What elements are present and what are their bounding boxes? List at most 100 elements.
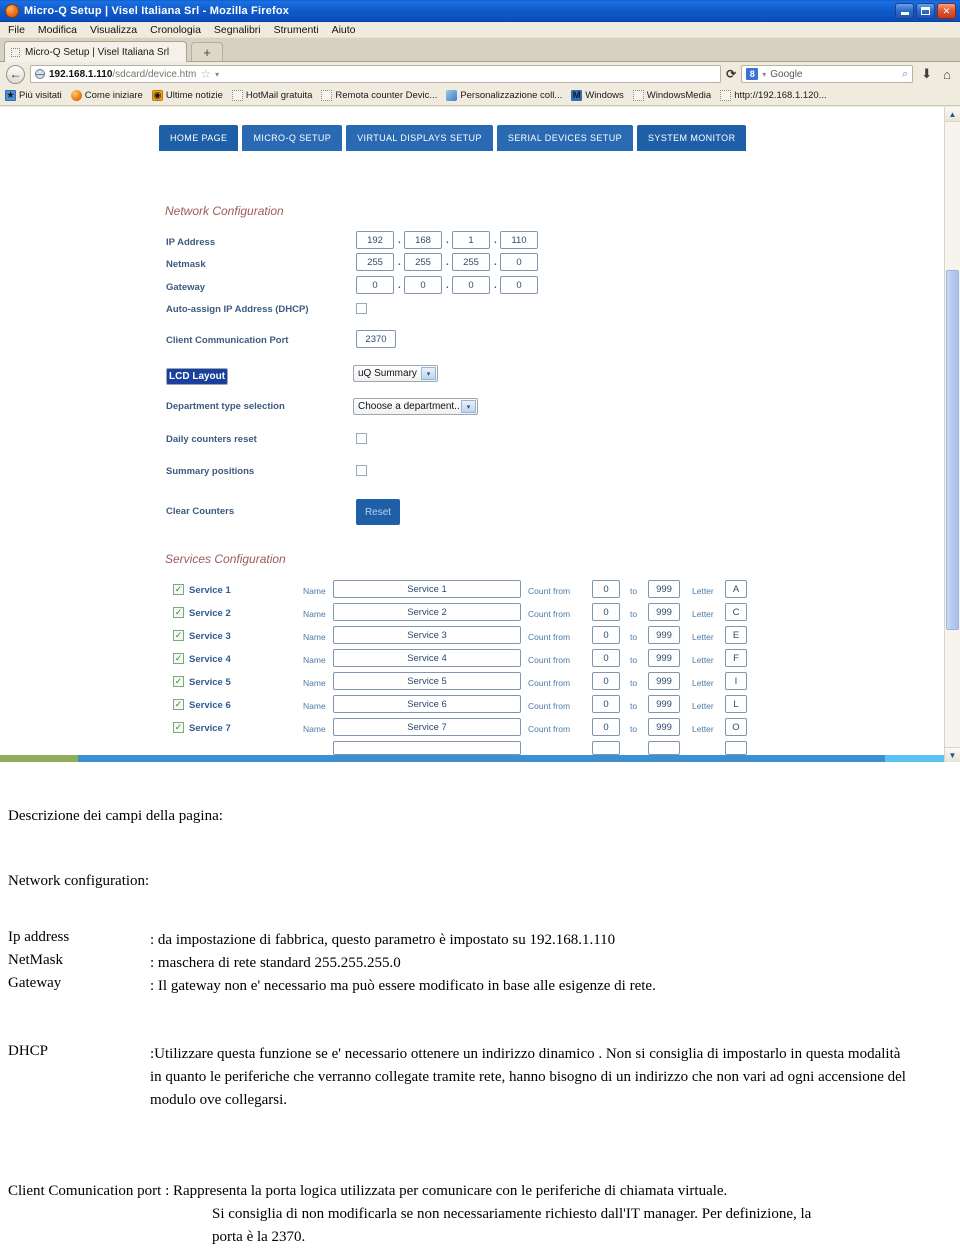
minimize-button[interactable] [895, 3, 914, 19]
address-bar[interactable]: 192.168.1.110/sdcard/device.htm ☆ ▾ [30, 65, 722, 83]
bookmark-piu-visitati[interactable]: ★ Più visitati [5, 90, 62, 101]
service-name-input[interactable]: Service 7 [333, 718, 521, 736]
ip-octet-3[interactable]: 1 [452, 231, 490, 249]
service-enabled-checkbox[interactable]: ✓ [173, 676, 184, 687]
downloads-icon[interactable]: ⬇ [918, 66, 935, 82]
bookmark-remota-counter[interactable]: Remota counter Devic... [321, 90, 437, 101]
ip-octet-2[interactable]: 168 [404, 231, 442, 249]
vertical-scrollbar-thumb[interactable] [946, 270, 959, 630]
service-count-to-input[interactable]: 999 [648, 580, 680, 598]
netmask-octet-3[interactable]: 255 [452, 253, 490, 271]
service-name-input[interactable]: Service 2 [333, 603, 521, 621]
horizontal-scrollbar-thumb[interactable] [0, 755, 78, 762]
gateway-octet-2[interactable]: 0 [404, 276, 442, 294]
search-engine-chevron-icon[interactable]: ▾ [762, 70, 766, 79]
menu-item-file[interactable]: File [8, 24, 25, 36]
service-count-from-input[interactable]: 0 [592, 672, 620, 690]
summary-positions-checkbox[interactable] [356, 465, 367, 476]
search-input[interactable]: Google [770, 69, 898, 80]
reload-icon[interactable]: ⟳ [726, 67, 736, 81]
service-name-input[interactable] [333, 741, 521, 755]
service-enabled-checkbox[interactable]: ✓ [173, 584, 184, 595]
gateway-octet-4[interactable]: 0 [500, 276, 538, 294]
service-enabled-checkbox[interactable]: ✓ [173, 653, 184, 664]
bookmark-star-icon[interactable]: ☆ [200, 67, 211, 81]
service-name-input[interactable]: Service 1 [333, 580, 521, 598]
restore-button[interactable] [916, 3, 935, 19]
service-enabled-checkbox[interactable]: ✓ [173, 722, 184, 733]
netmask-octet-1[interactable]: 255 [356, 253, 394, 271]
service-name-input[interactable]: Service 6 [333, 695, 521, 713]
bookmark-hotmail[interactable]: HotMail gratuita [231, 90, 312, 101]
close-button[interactable]: ✕ [937, 3, 956, 19]
service-count-from-input[interactable]: 0 [592, 695, 620, 713]
service-letter-input[interactable]: C [725, 603, 747, 621]
back-button[interactable]: ← [6, 64, 25, 84]
vertical-scrollbar[interactable]: ▲ ▼ [944, 107, 960, 762]
service-count-from-input[interactable]: 0 [592, 718, 620, 736]
service-letter-input[interactable]: F [725, 649, 747, 667]
service-count-to-input[interactable] [648, 741, 680, 755]
menu-item-visualizza[interactable]: Visualizza [90, 24, 137, 36]
service-letter-input[interactable]: I [725, 672, 747, 690]
horizontal-scrollbar-track-end[interactable] [885, 755, 945, 762]
service-count-from-input[interactable]: 0 [592, 603, 620, 621]
service-count-to-input[interactable]: 999 [648, 672, 680, 690]
bookmark-windowsmedia[interactable]: WindowsMedia [632, 90, 711, 101]
menu-item-modifica[interactable]: Modifica [38, 24, 77, 36]
menu-item-cronologia[interactable]: Cronologia [150, 24, 201, 36]
service-count-to-input[interactable]: 999 [648, 603, 680, 621]
service-enabled-checkbox[interactable]: ✓ [173, 699, 184, 710]
bookmark-ultime-notizie[interactable]: ◉ Ultime notizie [151, 90, 223, 101]
ip-octet-1[interactable]: 192 [356, 231, 394, 249]
service-letter-input[interactable]: O [725, 718, 747, 736]
nav-tab-system-monitor[interactable]: SYSTEM MONITOR [637, 125, 747, 151]
service-count-from-input[interactable]: 0 [592, 626, 620, 644]
service-name-input[interactable]: Service 5 [333, 672, 521, 690]
netmask-octet-2[interactable]: 255 [404, 253, 442, 271]
service-count-to-input[interactable]: 999 [648, 718, 680, 736]
horizontal-scrollbar[interactable] [0, 755, 945, 762]
new-tab-button[interactable]: + [191, 42, 223, 62]
service-name-input[interactable]: Service 4 [333, 649, 521, 667]
home-icon[interactable]: ⌂ [940, 67, 954, 82]
service-name-input[interactable]: Service 3 [333, 626, 521, 644]
scroll-down-icon[interactable]: ▼ [945, 747, 960, 762]
service-letter-input[interactable]: L [725, 695, 747, 713]
scroll-up-icon[interactable]: ▲ [945, 107, 960, 122]
menu-item-segnalibri[interactable]: Segnalibri [214, 24, 261, 36]
service-letter-input[interactable] [725, 741, 747, 755]
chevron-down-icon[interactable]: ▾ [421, 367, 436, 380]
bookmark-windows[interactable]: M Windows [571, 90, 624, 101]
bookmark-come-iniziare[interactable]: Come iniziare [70, 90, 143, 101]
gateway-octet-3[interactable]: 0 [452, 276, 490, 294]
bookmark-personalizzazione[interactable]: Personalizzazione coll... [446, 90, 562, 101]
service-count-to-input[interactable]: 999 [648, 695, 680, 713]
menu-item-aiuto[interactable]: Aiuto [332, 24, 356, 36]
nav-tab-home-page[interactable]: HOME PAGE [159, 125, 239, 151]
service-letter-input[interactable]: A [725, 580, 747, 598]
lcd-layout-select[interactable]: uQ Summary ▾ [353, 365, 438, 382]
service-letter-input[interactable]: E [725, 626, 747, 644]
chevron-down-icon[interactable]: ▾ [461, 400, 476, 413]
service-count-from-input[interactable]: 0 [592, 649, 620, 667]
service-enabled-checkbox[interactable]: ✓ [173, 607, 184, 618]
reset-button[interactable]: Reset [356, 499, 400, 525]
daily-counters-reset-checkbox[interactable] [356, 433, 367, 444]
department-type-select[interactable]: Choose a department.. ▾ [353, 398, 478, 415]
service-count-from-input[interactable] [592, 741, 620, 755]
service-count-to-input[interactable]: 999 [648, 649, 680, 667]
nav-tab-serial-devices-setup[interactable]: SERIAL DEVICES SETUP [496, 125, 634, 151]
search-box[interactable]: 8 ▾ Google ⌕ [741, 65, 914, 83]
dhcp-checkbox[interactable] [356, 303, 367, 314]
chevron-down-icon[interactable]: ▾ [215, 70, 219, 79]
bookmark-192-168-1-120[interactable]: http://192.168.1.120... [720, 90, 827, 101]
browser-tab-active[interactable]: Micro-Q Setup | Visel Italiana Srl [4, 41, 187, 62]
search-icon[interactable]: ⌕ [902, 68, 908, 81]
service-count-to-input[interactable]: 999 [648, 626, 680, 644]
service-enabled-checkbox[interactable]: ✓ [173, 630, 184, 641]
netmask-octet-4[interactable]: 0 [500, 253, 538, 271]
nav-tab-micro-q-setup[interactable]: MICRO-Q SETUP [242, 125, 343, 151]
menu-item-strumenti[interactable]: Strumenti [274, 24, 319, 36]
nav-tab-virtual-displays-setup[interactable]: VIRTUAL DISPLAYS SETUP [346, 125, 493, 151]
